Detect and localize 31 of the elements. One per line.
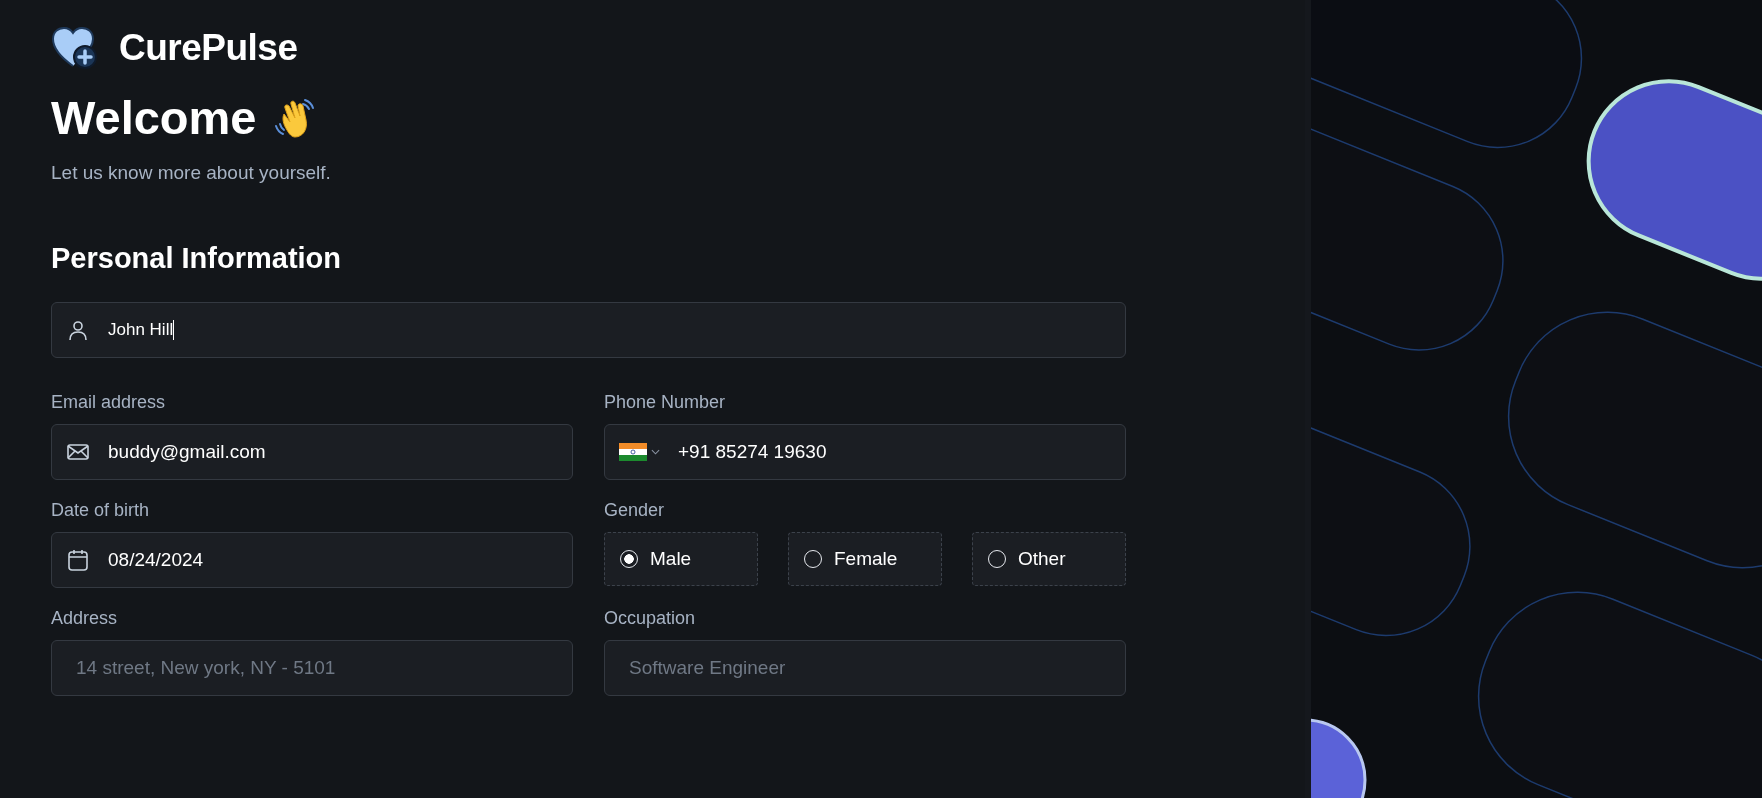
email-field[interactable]: buddy@gmail.com bbox=[51, 423, 573, 480]
option-label: Male bbox=[650, 547, 692, 570]
chevron-down-icon[interactable] bbox=[651, 448, 660, 455]
heart-plus-logo-icon bbox=[51, 26, 99, 70]
phone-field[interactable]: +91 85274 19630 bbox=[604, 423, 1126, 480]
gender-option[interactable]: Male bbox=[604, 531, 758, 586]
brand-name: CurePulse bbox=[119, 27, 298, 69]
field-label: Email address bbox=[51, 391, 167, 413]
welcome-heading: Welcome bbox=[51, 92, 257, 144]
field-label: Occupation bbox=[604, 607, 697, 629]
field-label: Address bbox=[51, 607, 119, 629]
subtitle: Let us know more about yourself. bbox=[51, 161, 332, 184]
date-value: 08/24/2024 bbox=[108, 548, 204, 571]
email-value: buddy@gmail.com bbox=[108, 440, 266, 463]
field-label: Gender bbox=[604, 499, 666, 521]
phone-value: +91 85274 19630 bbox=[678, 440, 827, 463]
option-label: Other bbox=[1018, 547, 1066, 570]
radio-button[interactable] bbox=[620, 549, 638, 568]
date-field[interactable]: 08/24/2024 bbox=[51, 531, 573, 588]
address-field[interactable]: 14 street, New york, NY - 5101 bbox=[51, 639, 573, 696]
flag-icon[interactable] bbox=[619, 442, 647, 461]
field-label: Date of birth bbox=[51, 499, 151, 521]
name-field[interactable]: John Hill bbox=[51, 301, 1126, 358]
gender-option[interactable]: Female bbox=[788, 531, 942, 586]
gender-option[interactable]: Other bbox=[972, 531, 1126, 586]
section-title: Personal Information bbox=[51, 241, 343, 275]
field-label: Phone Number bbox=[604, 391, 727, 413]
calendar-icon bbox=[66, 547, 90, 572]
name-value: John Hill bbox=[108, 319, 174, 340]
option-label: Female bbox=[834, 547, 898, 570]
occupation-field[interactable]: Software Engineer bbox=[604, 639, 1126, 696]
